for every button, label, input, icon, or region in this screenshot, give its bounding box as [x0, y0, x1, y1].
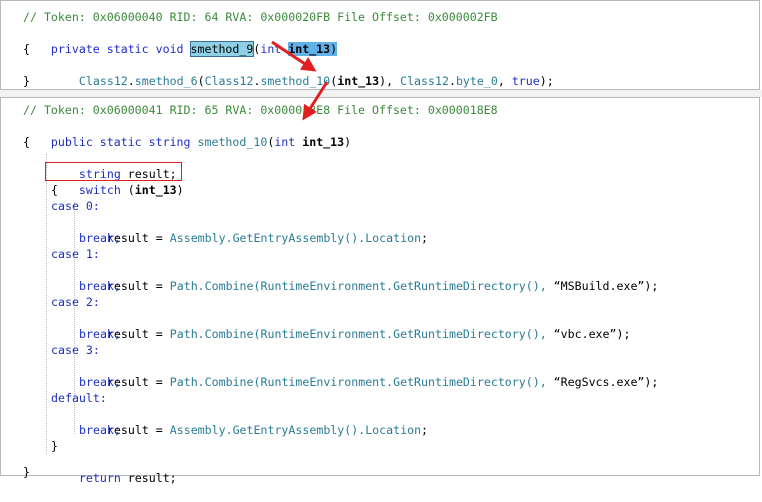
- annotation-arrows: [271, 40, 329, 121]
- arrow-to-call-arg: [271, 40, 317, 72]
- arrow-to-param: [302, 81, 329, 121]
